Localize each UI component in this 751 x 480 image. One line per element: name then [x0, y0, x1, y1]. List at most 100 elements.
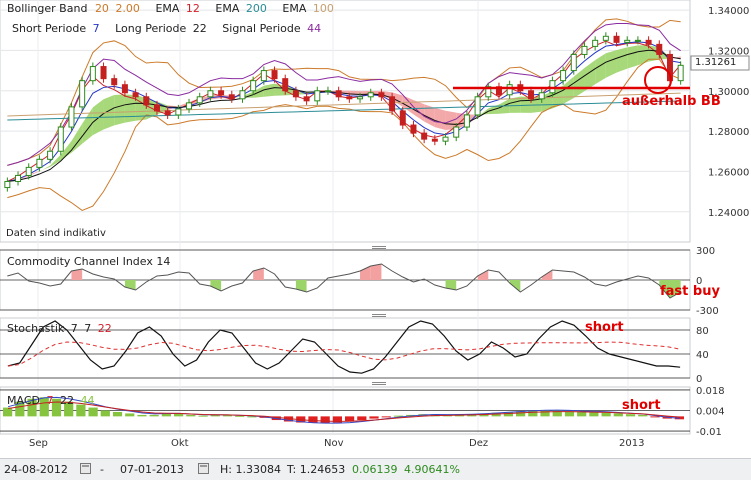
- candle-body: [250, 80, 257, 92]
- macd-label: MACD 7 22 44: [7, 394, 95, 407]
- macd-bar: [112, 411, 123, 417]
- annotation-outside-bb: außerhalb BB: [622, 94, 721, 109]
- macd-bar: [88, 407, 98, 417]
- annotation-short-stoch: short: [585, 320, 624, 335]
- calendar-icon[interactable]: [80, 463, 91, 474]
- candle-body: [656, 43, 663, 55]
- macd-bar: [638, 414, 648, 417]
- date-separator: -: [100, 463, 104, 476]
- cloud-segment: [434, 107, 446, 130]
- candle-body: [36, 158, 43, 168]
- from-date[interactable]: 24-08-2012: [4, 463, 68, 476]
- candle-body: [175, 108, 182, 116]
- candle-body: [68, 106, 75, 128]
- candle-body: [613, 35, 620, 43]
- macd-bar: [320, 416, 330, 423]
- y-tick-label: 80: [696, 326, 709, 337]
- macd-bar: [650, 416, 660, 418]
- x-tick-label: Dez: [469, 438, 488, 449]
- candle-body: [634, 39, 641, 42]
- y-tick-label: 1.32000: [708, 46, 749, 57]
- candle-body: [399, 110, 406, 126]
- x-tick-label: Sep: [29, 438, 48, 449]
- cci-label: Commodity Channel Index 14: [7, 255, 171, 268]
- macd-bar: [601, 412, 611, 417]
- candle-body: [47, 150, 54, 160]
- candle-body: [228, 94, 235, 100]
- x-tick-label: Nov: [324, 438, 344, 449]
- disclaimer: Daten sind indikativ: [4, 228, 108, 239]
- candle-body: [324, 90, 331, 93]
- change-abs: 0.06139: [352, 463, 398, 476]
- candle-body: [677, 64, 684, 82]
- cci-fill: [370, 264, 382, 280]
- candle-body: [453, 126, 460, 138]
- candle-body: [207, 90, 214, 98]
- candle-body: [421, 132, 428, 140]
- candle-body: [79, 80, 86, 108]
- candle-body: [378, 92, 385, 98]
- macd-bar: [149, 414, 159, 417]
- y-tick-label: 1.28000: [708, 127, 749, 138]
- candle-body: [346, 96, 353, 100]
- candle-body: [549, 80, 556, 94]
- candle-body: [57, 126, 64, 152]
- candle-body: [389, 96, 396, 112]
- candle-body: [624, 39, 631, 43]
- change-pct: 4.90641%: [404, 463, 460, 476]
- cloud-segment: [616, 47, 628, 73]
- candle-body: [132, 92, 139, 98]
- macd-bar: [198, 415, 208, 417]
- stoch-label: Stochastik 7 7 22: [7, 322, 112, 335]
- candle-body: [367, 92, 374, 98]
- y-tick-label: 1.34000: [708, 6, 749, 17]
- candle-body: [474, 96, 481, 116]
- candle-body: [570, 53, 577, 72]
- candle-body: [218, 90, 225, 96]
- annotation-fast-buy: fast buy: [660, 284, 720, 299]
- annotation-short-macd: short: [622, 398, 661, 413]
- macd-bar: [3, 407, 13, 417]
- macd-bar: [186, 414, 196, 417]
- candle-body: [89, 66, 96, 82]
- candle-body: [538, 92, 545, 100]
- candle-body: [292, 90, 299, 98]
- cloud-segment: [627, 45, 638, 69]
- candle-body: [153, 104, 160, 112]
- macd-bar: [100, 410, 110, 417]
- candle-body: [431, 138, 438, 142]
- candle-body: [186, 102, 193, 110]
- y-tick-label: 1.24000: [708, 208, 749, 219]
- candle-body: [303, 96, 310, 102]
- candle-body: [314, 90, 321, 102]
- calendar-icon[interactable]: [198, 463, 209, 474]
- candle-body: [111, 78, 118, 86]
- macd-bar: [381, 416, 391, 418]
- low-value: T: 1.24653: [287, 463, 346, 476]
- candle-body: [271, 70, 278, 80]
- x-tick-label: Okt: [171, 438, 189, 449]
- candle-body: [282, 78, 289, 92]
- macd-bar: [369, 416, 379, 419]
- y-tick-label: 0: [696, 374, 702, 385]
- y-tick-label: 0.004: [696, 407, 725, 418]
- candle-body: [100, 66, 107, 80]
- candle-body: [560, 70, 567, 82]
- candle-body: [4, 181, 11, 189]
- y-tick-label: -0.01: [696, 427, 722, 438]
- candle-body: [602, 35, 609, 41]
- macd-bar: [357, 416, 367, 421]
- current-price: 1.31261: [695, 57, 737, 68]
- candle-body: [239, 90, 246, 100]
- legend-periods: Short Periode 7 Long Periode 22 Signal P…: [12, 22, 322, 35]
- candle-body: [463, 114, 470, 128]
- macd-bar: [125, 413, 135, 417]
- cloud-segment: [263, 83, 275, 97]
- cloud-segment: [114, 94, 125, 126]
- candle-body: [581, 45, 588, 55]
- candle-body: [357, 96, 364, 100]
- candle-body: [15, 174, 22, 182]
- candle-body: [506, 84, 513, 96]
- y-tick-label: 1.26000: [708, 167, 749, 178]
- to-date[interactable]: 07-01-2013: [120, 463, 184, 476]
